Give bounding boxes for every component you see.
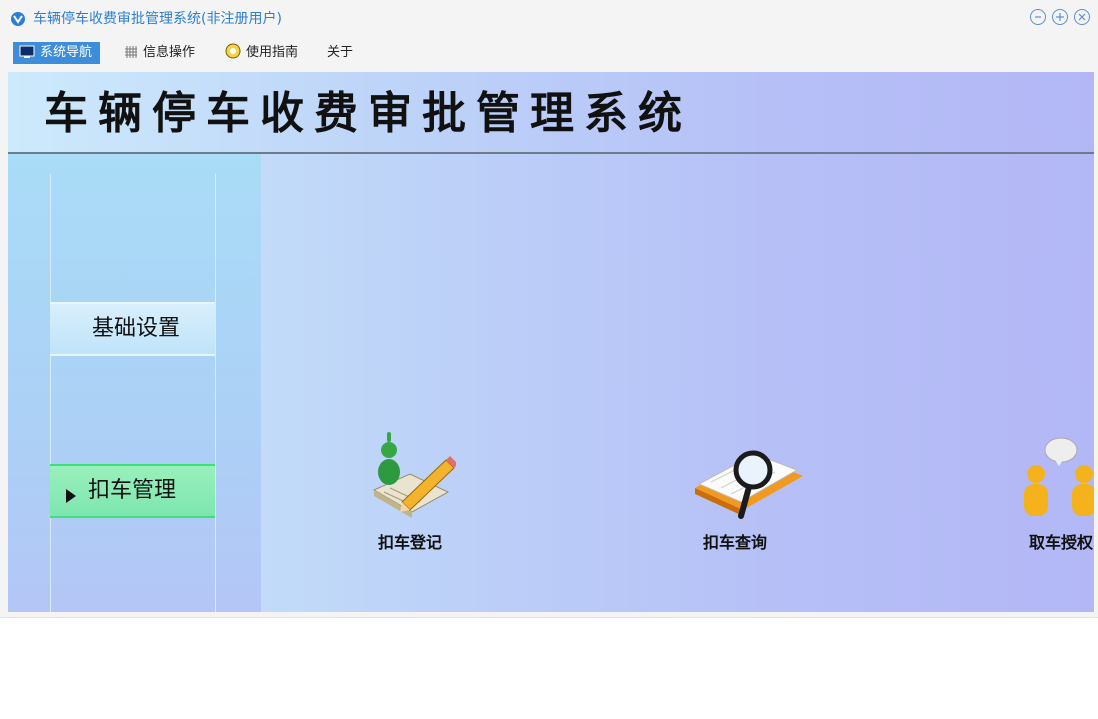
tile-detention-query[interactable]: 扣车查询 (660, 432, 810, 562)
menu-item-label: 系统导航 (40, 45, 93, 60)
window-title: 车辆停车收费审批管理系统(非注册用户) (33, 11, 282, 27)
minimize-icon[interactable] (1030, 9, 1046, 25)
people-authorization-icon (1021, 432, 1094, 530)
registration-edit-icon (370, 432, 458, 530)
menu-item-label: 信息操作 (143, 45, 196, 60)
menu-info-operation[interactable]: 信息操作 (124, 42, 195, 64)
sidebar-item-label: 基础设置 (92, 316, 181, 341)
tile-label: 扣车登记 (377, 533, 442, 552)
grid-icon (124, 45, 138, 67)
sidebar-lane (50, 174, 216, 612)
monitor-icon (19, 45, 35, 67)
tile-label: 取车授权 (1028, 533, 1093, 552)
menu-item-label: 关于 (327, 45, 354, 60)
magnifier-search-icon (695, 432, 805, 530)
app-window: 车辆停车收费审批管理系统(非注册用户) 系统导航 信息操作 使用指南 关于 车辆… (0, 0, 1098, 618)
sidebar-item-basic-settings[interactable]: 基础设置 (50, 302, 215, 356)
menu-about[interactable]: 关于 (327, 42, 353, 64)
menu-bar: 系统导航 信息操作 使用指南 关于 (0, 40, 1098, 68)
sidebar: 基础设置 扣车管理 (8, 154, 261, 612)
system-banner: 车辆停车收费审批管理系统 (8, 72, 1094, 154)
menu-system-navigation[interactable]: 系统导航 (13, 42, 101, 67)
sidebar-item-label: 扣车管理 (88, 478, 177, 503)
close-icon[interactable] (1074, 9, 1090, 25)
maximize-icon[interactable] (1052, 9, 1068, 25)
sidebar-item-vehicle-detention[interactable]: 扣车管理 (50, 464, 215, 518)
tile-pickup-authorization[interactable]: 取车授权 (986, 432, 1094, 562)
tile-detention-registration[interactable]: 扣车登记 (335, 432, 485, 562)
menu-item-label: 使用指南 (246, 45, 299, 60)
play-arrow-icon (66, 484, 76, 509)
main-content: 车辆停车收费审批管理系统 基础设置 扣车管理 扣车登记 扣车查询 取车授权 (8, 72, 1094, 612)
tile-label: 扣车查询 (702, 533, 767, 552)
menu-user-guide[interactable]: 使用指南 (225, 42, 298, 64)
banner-title: 车辆停车收费审批管理系统 (44, 88, 692, 139)
title-bar[interactable]: 车辆停车收费审批管理系统(非注册用户) (0, 0, 1098, 38)
app-logo-icon (9, 10, 27, 28)
guide-icon (225, 43, 241, 67)
